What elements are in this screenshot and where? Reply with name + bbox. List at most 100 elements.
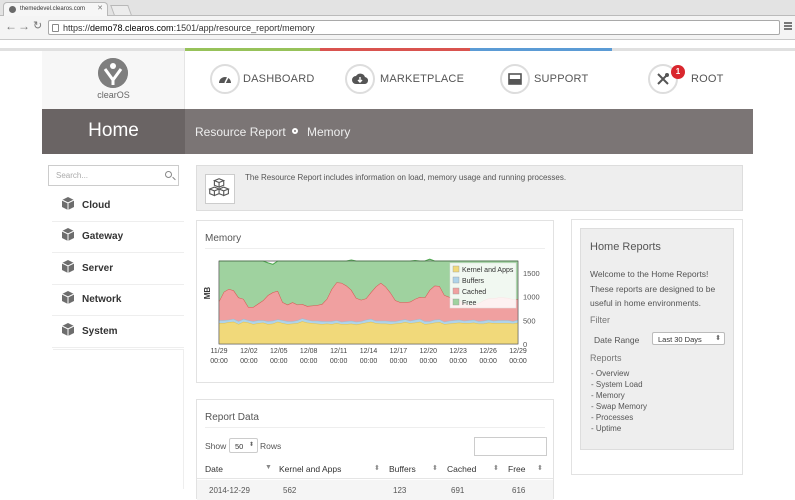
forward-arrow-icon[interactable]: → <box>18 19 30 33</box>
sidebar-item-server[interactable]: Server <box>52 255 184 283</box>
filter-label: Filter <box>590 315 610 325</box>
browser-toolbar: ← → ↻ https://demo78.clearos.com:1501/ap… <box>0 16 795 40</box>
x-tick-time: 00:00 <box>509 358 527 365</box>
rows-per-page-value: 50 <box>235 442 244 451</box>
url-scheme: https:// <box>63 23 91 33</box>
cube-icon <box>61 291 75 304</box>
legend-label: Cached <box>462 289 486 296</box>
y-tick-label: 1500 <box>523 269 540 278</box>
sidebar-divider <box>52 347 184 348</box>
home-reports-box: Home Reports Welcome to the Home Reports… <box>580 228 734 450</box>
y-axis-label: MB <box>203 287 212 300</box>
browser-tab[interactable]: themedevel.clearos.com ✕ <box>3 2 108 16</box>
column-header-free[interactable]: Free <box>508 464 525 474</box>
sort-icon[interactable]: ⬍ <box>537 464 543 472</box>
report-link-2[interactable]: - Memory <box>591 391 625 400</box>
x-tick-label: 12/02 <box>240 348 258 355</box>
sidebar-item-label: Network <box>82 294 122 305</box>
legend-swatch <box>452 287 460 295</box>
info-box: The Resource Report includes information… <box>196 165 743 211</box>
search-input[interactable]: Search... <box>48 165 179 186</box>
home-box: Home <box>42 109 185 154</box>
select-arrows-icon: ⬍ <box>248 442 254 448</box>
rows-per-page-select[interactable]: 50 ⬍ <box>229 438 258 453</box>
column-header-kernel[interactable]: Kernel and Apps <box>279 464 341 474</box>
sort-icon[interactable]: ⬍ <box>374 464 380 472</box>
column-header-cached[interactable]: Cached <box>447 464 476 474</box>
table-body: 2014-12-29 562 123 691 616 <box>197 480 553 500</box>
date-range-select[interactable]: Last 30 Days <box>652 332 725 345</box>
sort-icon[interactable]: ⬍ <box>493 464 499 472</box>
y-tick-label: 500 <box>523 316 536 325</box>
report-link-0[interactable]: - Overview <box>591 369 629 378</box>
x-tick-label: 12/20 <box>420 348 438 355</box>
legend-swatch <box>452 298 460 306</box>
table-cell-buffers: 123 <box>393 486 407 495</box>
sort-icon[interactable]: ⬍ <box>432 464 438 472</box>
sidebar-item-gateway[interactable]: Gateway <box>52 223 184 251</box>
x-tick-time: 00:00 <box>479 358 497 365</box>
cube-icon <box>61 228 75 241</box>
table-search-input[interactable] <box>474 437 547 456</box>
boxes-icon <box>205 174 235 204</box>
close-tab-icon[interactable]: ✕ <box>97 4 103 12</box>
x-tick-time: 00:00 <box>330 358 348 365</box>
divider <box>205 427 545 428</box>
breadcrumb-resource-report[interactable]: Resource Report <box>195 125 286 139</box>
sort-icon[interactable]: ▼ <box>265 464 272 471</box>
home-reports-title: Home Reports <box>590 241 661 253</box>
browser-menu-icon[interactable] <box>784 22 792 30</box>
address-bar[interactable]: https://demo78.clearos.com:1501/app/reso… <box>48 20 780 35</box>
x-tick-label: 12/29 <box>509 348 527 355</box>
new-tab-button[interactable] <box>110 5 132 15</box>
notification-badge[interactable]: 1 <box>671 65 685 79</box>
breadcrumb-memory: Memory <box>307 125 351 139</box>
nav-support[interactable]: SUPPORT <box>500 51 610 109</box>
table-header: Date ▼ Kernel and Apps ⬍ Buffers ⬍ Cached ⬍… <box>197 459 553 479</box>
table-cell-date: 2014-12-29 <box>209 486 250 495</box>
x-tick-label: 11/29 <box>211 348 228 355</box>
sidebar-divider <box>52 221 184 222</box>
legend-label: Kernel and Apps <box>462 267 514 274</box>
report-link-1[interactable]: - System Load <box>591 380 643 389</box>
x-tick-time: 00:00 <box>210 358 228 365</box>
sidebar-item-network[interactable]: Network <box>52 286 184 314</box>
x-tick-label: 12/14 <box>360 348 378 355</box>
report-link-3[interactable]: - Swap Memory <box>591 402 647 411</box>
logo[interactable]: clearOS <box>42 51 185 109</box>
y-tick-label: 1000 <box>523 293 540 302</box>
favicon-icon <box>9 6 16 13</box>
search-icon[interactable] <box>165 171 172 178</box>
clearos-logo-icon <box>98 58 128 88</box>
home-reports-desc-2: These reports are designed to be <box>590 284 716 294</box>
report-link-5[interactable]: - Uptime <box>591 424 621 433</box>
back-arrow-icon[interactable]: ← <box>5 19 17 33</box>
column-header-date[interactable]: Date <box>205 464 223 474</box>
x-tick-label: 12/05 <box>270 348 288 355</box>
report-link-4[interactable]: - Processes <box>591 413 633 422</box>
speedometer-icon <box>210 64 240 94</box>
legend-label: Buffers <box>462 278 485 285</box>
cube-icon <box>61 260 75 273</box>
memory-panel-title: Memory <box>205 233 242 244</box>
nav-marketplace[interactable]: MARKETPLACE <box>345 51 465 109</box>
x-tick-label: 12/23 <box>449 348 467 355</box>
table-cell-free: 616 <box>512 486 526 495</box>
column-header-buffers[interactable]: Buffers <box>389 464 416 474</box>
legend-label: Free <box>462 300 477 307</box>
nav-label: SUPPORT <box>534 73 589 85</box>
nav-dashboard[interactable]: DASHBOARD <box>210 51 330 109</box>
nav-label: DASHBOARD <box>243 73 315 85</box>
inbox-icon <box>500 64 530 94</box>
report-data-title: Report Data <box>205 412 259 423</box>
page-title: Home <box>88 120 139 141</box>
x-tick-label: 12/11 <box>330 348 347 355</box>
reload-icon[interactable]: ↻ <box>33 19 42 32</box>
nav-root[interactable]: ROOT <box>648 51 738 109</box>
legend-swatch <box>452 265 460 273</box>
tab-title: themedevel.clearos.com <box>20 6 86 12</box>
sidebar-item-system[interactable]: System <box>52 318 184 346</box>
sidebar-item-cloud[interactable]: Cloud <box>52 192 184 220</box>
reports-label: Reports <box>590 353 622 363</box>
search-placeholder: Search... <box>56 171 89 180</box>
